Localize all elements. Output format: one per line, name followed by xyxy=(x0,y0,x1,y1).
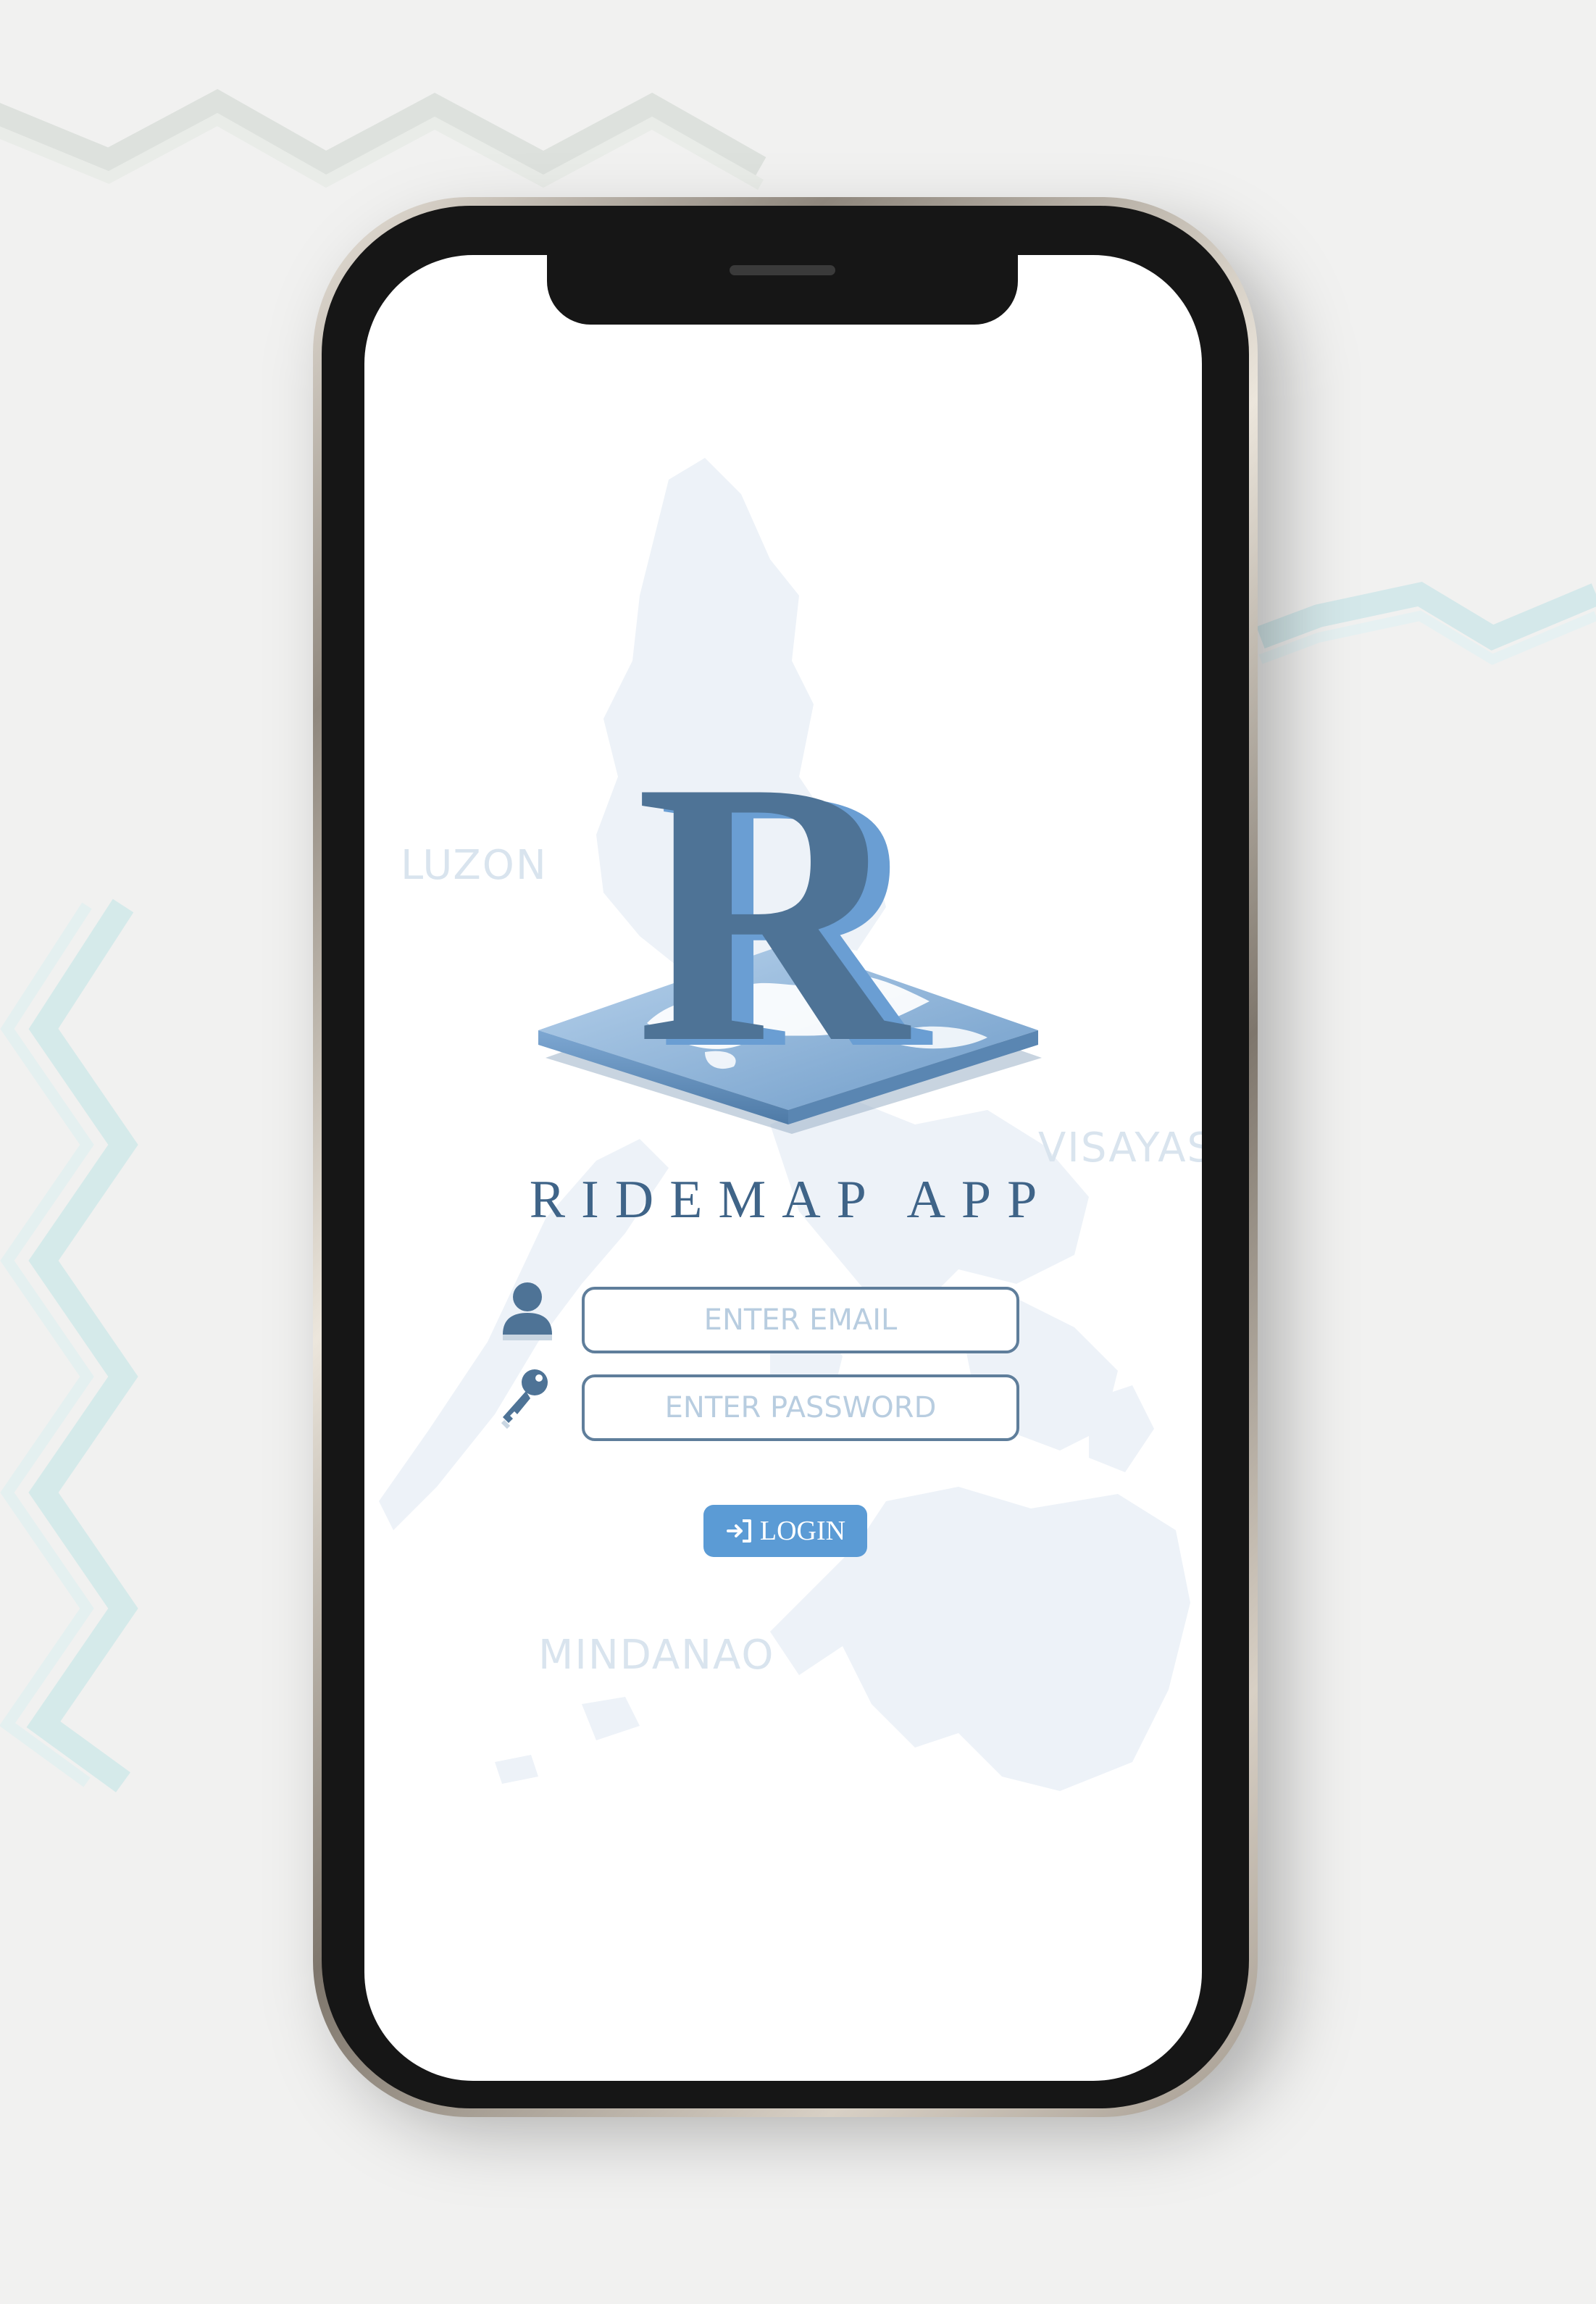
sign-in-icon xyxy=(726,1519,751,1543)
password-field[interactable] xyxy=(582,1374,1019,1441)
ridemap-logo: R R xyxy=(538,704,1042,1134)
phone-screen: LUZON VISAYAS MINDANAO R R RIDEMAP APP E… xyxy=(364,255,1202,2081)
phone-notch xyxy=(547,255,1018,325)
map-label-visayas: VISAYAS xyxy=(1038,1124,1202,1172)
email-field[interactable] xyxy=(582,1287,1019,1353)
login-label: LOGIN xyxy=(759,1516,846,1546)
login-button[interactable]: LOGIN xyxy=(703,1505,867,1557)
logo-letter: R xyxy=(635,704,912,1121)
key-icon xyxy=(501,1369,548,1429)
app-title: RIDEMAP APP xyxy=(529,1170,1053,1230)
user-icon xyxy=(503,1282,552,1340)
phone-speaker xyxy=(730,265,835,275)
map-label-mindanao: MINDANAO xyxy=(538,1632,775,1679)
